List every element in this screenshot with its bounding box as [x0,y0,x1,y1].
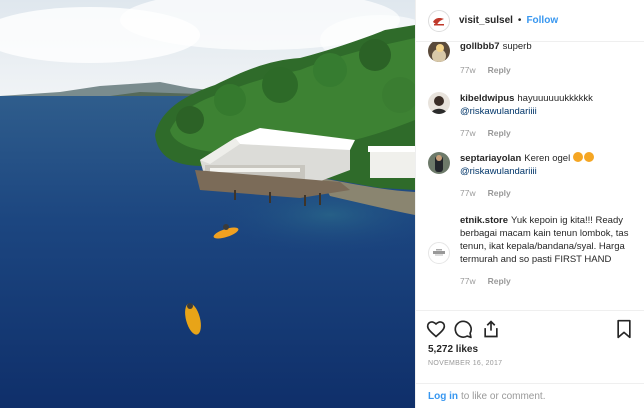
commenter-avatar[interactable] [428,242,450,264]
avatar-photo-icon [428,42,450,62]
commenter-avatar[interactable] [428,152,450,174]
likes-count[interactable]: 5,272 likes [428,344,478,355]
account-avatar[interactable] [428,9,450,32]
separator-dot: • [517,15,522,26]
comment-item: septariayolan Keren ogel @riskawulandarii… [428,152,636,198]
comment-text: hayuuuuuukkkkkk [517,93,593,104]
comment-time[interactable]: 77w [460,188,476,198]
follow-button[interactable]: Follow [526,15,558,26]
comment-username[interactable]: septariayolan [460,153,521,164]
account-username[interactable]: visit_sulsel [459,15,513,26]
reply-button[interactable]: Reply [488,276,511,286]
login-prompt: to like or comment. [461,391,546,402]
comment-username[interactable]: gollbbb7 [460,42,500,52]
comment-time[interactable]: 77w [460,128,476,138]
store-logo-icon [433,249,445,256]
reply-button[interactable]: Reply [488,128,511,138]
heart-eyes-emoji [583,152,594,162]
comment-item: etnik.store Yuk kepoin ig kita!!! Ready b… [428,214,636,286]
comments-list[interactable]: gollbbb7 superb 77w Reply kibeldwipus hayuu… [416,42,644,310]
bookmark-icon[interactable] [614,319,634,339]
comment-icon[interactable] [453,319,473,339]
comment-username[interactable]: etnik.store [460,215,508,226]
action-icons [426,319,634,339]
post-panel: visit_sulsel • Follow gollbbb7 superb 77w… [415,0,644,408]
comment-time[interactable]: 77w [460,65,476,75]
heart-eyes-emoji [572,152,583,162]
login-bar: Log in to like or comment. [416,383,644,408]
share-icon[interactable] [481,319,501,339]
commenter-avatar[interactable] [428,42,450,62]
post-header: visit_sulsel • Follow [416,0,644,42]
post-date[interactable]: NOVEMBER 16, 2017 [428,360,502,367]
comment-username[interactable]: kibeldwipus [460,93,514,104]
reply-button[interactable]: Reply [488,188,511,198]
aerial-lake-photo [0,0,415,408]
avatar-photo-icon [428,92,450,114]
reply-button[interactable]: Reply [488,65,511,75]
comment-item: kibeldwipus hayuuuuuukkkkkk @riskawulanda… [428,92,636,138]
commenter-avatar[interactable] [428,92,450,114]
comment-mention[interactable]: @riskawulandariiii [460,166,537,177]
logo-icon [430,11,448,30]
post-photo[interactable] [0,0,415,408]
comment-item: gollbbb7 superb 77w Reply [428,42,636,75]
login-link[interactable]: Log in [428,391,458,402]
comment-time[interactable]: 77w [460,276,476,286]
actions-section: 5,272 likes NOVEMBER 16, 2017 Log in to … [416,310,644,408]
heart-icon[interactable] [426,319,446,339]
comment-text: superb [502,42,532,52]
avatar-photo-icon [428,152,450,174]
comment-mention[interactable]: @riskawulandariiii [460,106,537,117]
comment-text: Keren ogel [524,153,571,164]
